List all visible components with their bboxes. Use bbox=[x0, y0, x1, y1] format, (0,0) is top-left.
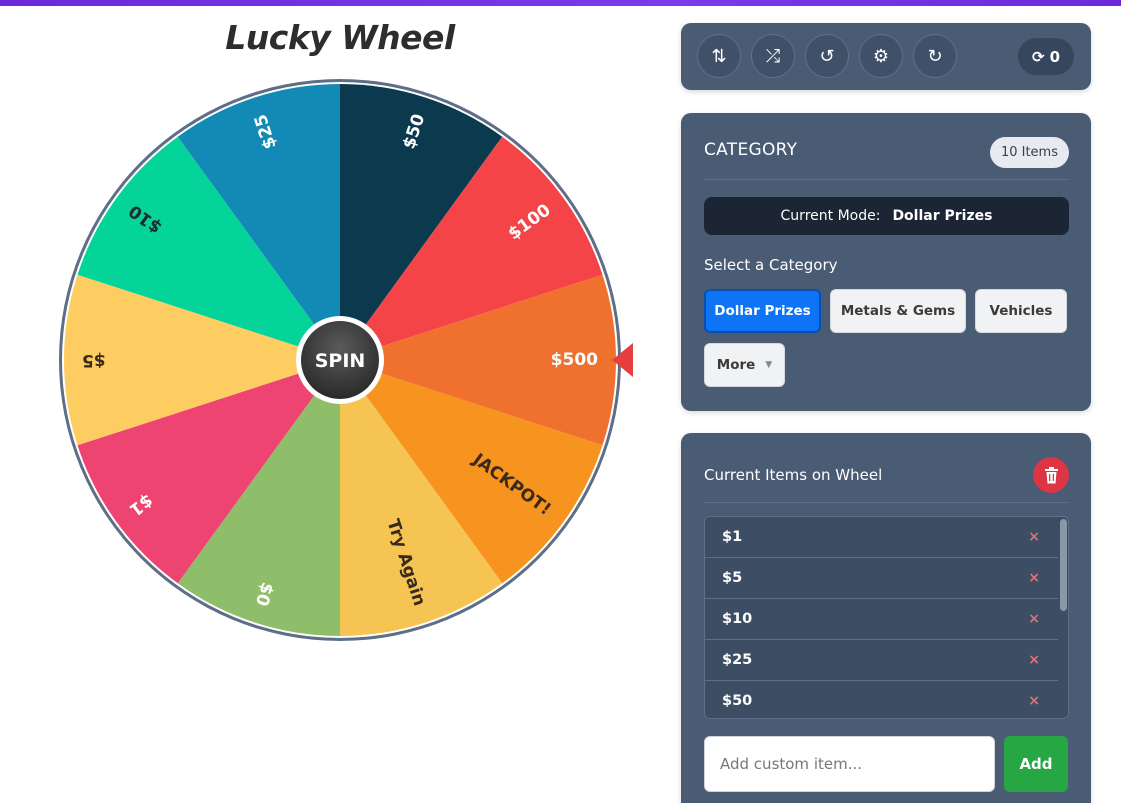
gear-icon: ⚙ bbox=[872, 45, 890, 67]
shuffle-icon: ⤮ bbox=[765, 45, 781, 67]
remove-item-icon[interactable]: × bbox=[1028, 652, 1040, 668]
list-item: $10 × bbox=[705, 599, 1058, 640]
top-accent-bar bbox=[0, 0, 1121, 6]
history-button[interactable]: ↺ bbox=[805, 34, 849, 78]
remove-item-icon[interactable]: × bbox=[1028, 611, 1040, 627]
spin-counter: ⟳ 0 bbox=[1018, 38, 1074, 75]
list-item-label: $1 bbox=[722, 529, 743, 545]
redo-button[interactable]: ↻ bbox=[913, 34, 957, 78]
redo-icon: ↻ bbox=[927, 45, 943, 67]
current-mode-label: Current Mode: bbox=[780, 208, 881, 224]
settings-button[interactable]: ⚙ bbox=[859, 34, 903, 78]
scrollbar-thumb[interactable] bbox=[1060, 519, 1067, 611]
list-item: $25 × bbox=[705, 640, 1058, 681]
remove-item-icon[interactable]: × bbox=[1028, 693, 1040, 709]
list-item: $50 × bbox=[705, 681, 1058, 718]
custom-item-input[interactable] bbox=[704, 736, 995, 792]
category-more-dropdown[interactable]: More ▼ bbox=[704, 343, 785, 387]
sort-button[interactable]: ⇅ bbox=[697, 34, 741, 78]
list-item-label: $25 bbox=[722, 652, 753, 668]
list-item-label: $5 bbox=[722, 570, 743, 586]
list-item-label: $10 bbox=[722, 611, 753, 627]
remove-item-icon[interactable]: × bbox=[1028, 570, 1040, 586]
remove-item-icon[interactable]: × bbox=[1028, 529, 1040, 545]
refresh-icon: ⟳ bbox=[1031, 47, 1045, 66]
history-icon: ↺ bbox=[819, 45, 835, 67]
list-item-label: $50 bbox=[722, 693, 753, 709]
sort-icon: ⇅ bbox=[711, 45, 727, 67]
prize-wheel[interactable]: $50$100$500JACKPOT!Try Again$0$1$5$10$25… bbox=[40, 60, 640, 660]
toolbar-panel: ⇅ ⤮ ↺ ⚙ ↻ ⟳ 0 bbox=[681, 23, 1091, 90]
current-mode-value: Dollar Prizes bbox=[892, 208, 993, 224]
item-count-badge: 10 Items bbox=[989, 137, 1069, 168]
current-mode-bar: Current Mode: Dollar Prizes bbox=[704, 197, 1069, 235]
chevron-down-icon: ▼ bbox=[765, 360, 773, 370]
divider bbox=[704, 502, 1069, 503]
trash-icon bbox=[1044, 466, 1058, 483]
scrollbar-track[interactable] bbox=[1058, 517, 1068, 718]
more-label: More bbox=[716, 357, 756, 373]
clear-all-button[interactable] bbox=[1033, 457, 1069, 493]
spin-button-label[interactable]: SPIN bbox=[315, 350, 366, 372]
spin-count: 0 bbox=[1049, 47, 1060, 66]
add-item-button[interactable]: Add bbox=[1004, 736, 1068, 792]
list-item: $5 × bbox=[705, 558, 1058, 599]
category-vehicles-button[interactable]: Vehicles bbox=[975, 289, 1067, 333]
page-title: Lucky Wheel bbox=[225, 18, 455, 57]
category-heading: CATEGORY bbox=[704, 140, 798, 160]
items-panel: Current Items on Wheel $1 × $5 × $10 × $… bbox=[681, 433, 1091, 803]
category-dollar-prizes-button[interactable]: Dollar Prizes bbox=[704, 289, 821, 333]
list-item: $1 × bbox=[705, 517, 1058, 558]
shuffle-button[interactable]: ⤮ bbox=[751, 34, 795, 78]
divider bbox=[704, 179, 1069, 180]
items-heading: Current Items on Wheel bbox=[704, 466, 883, 484]
category-metals-gems-button[interactable]: Metals & Gems bbox=[830, 289, 966, 333]
wheel-segment-label: $500 bbox=[551, 350, 598, 370]
select-category-label: Select a Category bbox=[704, 256, 838, 274]
item-list: $1 × $5 × $10 × $25 × $50 × bbox=[704, 516, 1069, 719]
category-panel: CATEGORY 10 Items Current Mode: Dollar P… bbox=[681, 113, 1091, 411]
wheel-segment-label: $5 bbox=[82, 350, 106, 370]
